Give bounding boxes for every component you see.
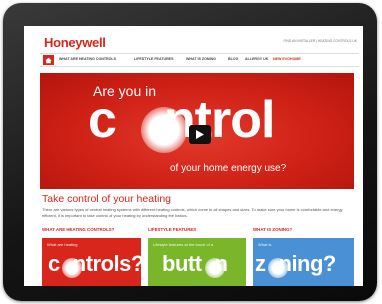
nav-item-allergy-uk[interactable]: ALLERGY UK — [245, 57, 268, 61]
nav-item-new-evohome[interactable]: NEW EVOHOME — [273, 57, 301, 61]
hero-headline-a: c — [88, 91, 117, 149]
tile-headline: z ning? — [255, 251, 336, 276]
feature-title-heating-controls[interactable]: WHAT ARE HEATING CONTROLS? — [42, 227, 114, 232]
hero-headline-b: ntrol — [163, 91, 276, 149]
feature-tile-button[interactable]: Lifestyle features at the touch of a but… — [148, 238, 246, 286]
top-links[interactable]: FIND AN INSTALLER | HEATING CONTROLS UK — [284, 39, 357, 43]
nav-item-zoning[interactable]: WHAT IS ZONING — [186, 57, 216, 61]
intro-paragraph: There are various types of central heati… — [42, 207, 343, 218]
main-nav: WHAT ARE HEATING CONTROLS LIFESTYLE FEAT… — [40, 53, 359, 67]
hero-headline: c ntrol — [88, 90, 276, 150]
tile-caption: Lifestyle features at the touch of a — [153, 242, 214, 247]
tile-caption: What is — [258, 242, 272, 247]
feature-tile-zoning[interactable]: What is z ning? — [253, 238, 354, 286]
home-icon — [45, 57, 52, 63]
hero-video-banner[interactable]: Are you in c ntrol of your home energy us… — [40, 73, 354, 189]
feature-title-zoning[interactable]: WHAT IS ZONING? — [253, 227, 292, 232]
feature-tile-controls[interactable]: What are heating c ntrols? — [42, 238, 141, 286]
nav-item-blog[interactable]: BLOG — [228, 57, 238, 61]
section-heading: Take control of your heating — [42, 193, 171, 205]
honeywell-logo[interactable]: Honeywell — [44, 35, 106, 50]
tablet-screen: Honeywell FIND AN INSTALLER | HEATING CO… — [24, 26, 363, 286]
hero-line2: of your home energy use? — [170, 163, 287, 174]
tile-headline: c ntrols? — [48, 251, 141, 276]
feature-title-lifestyle-features[interactable]: LIFESTYLE FEATURES — [148, 227, 196, 232]
home-button[interactable] — [43, 55, 54, 65]
nav-item-lifestyle-features[interactable]: LIFESTYLE FEATURES — [134, 57, 173, 61]
tile-headline: butt n — [162, 251, 228, 276]
play-button[interactable] — [189, 125, 211, 144]
play-icon — [196, 130, 204, 139]
nav-item-heating-controls[interactable]: WHAT ARE HEATING CONTROLS — [59, 57, 116, 61]
tile-caption: What are heating — [47, 242, 78, 247]
tablet-frame: Honeywell FIND AN INSTALLER | HEATING CO… — [3, 3, 377, 301]
